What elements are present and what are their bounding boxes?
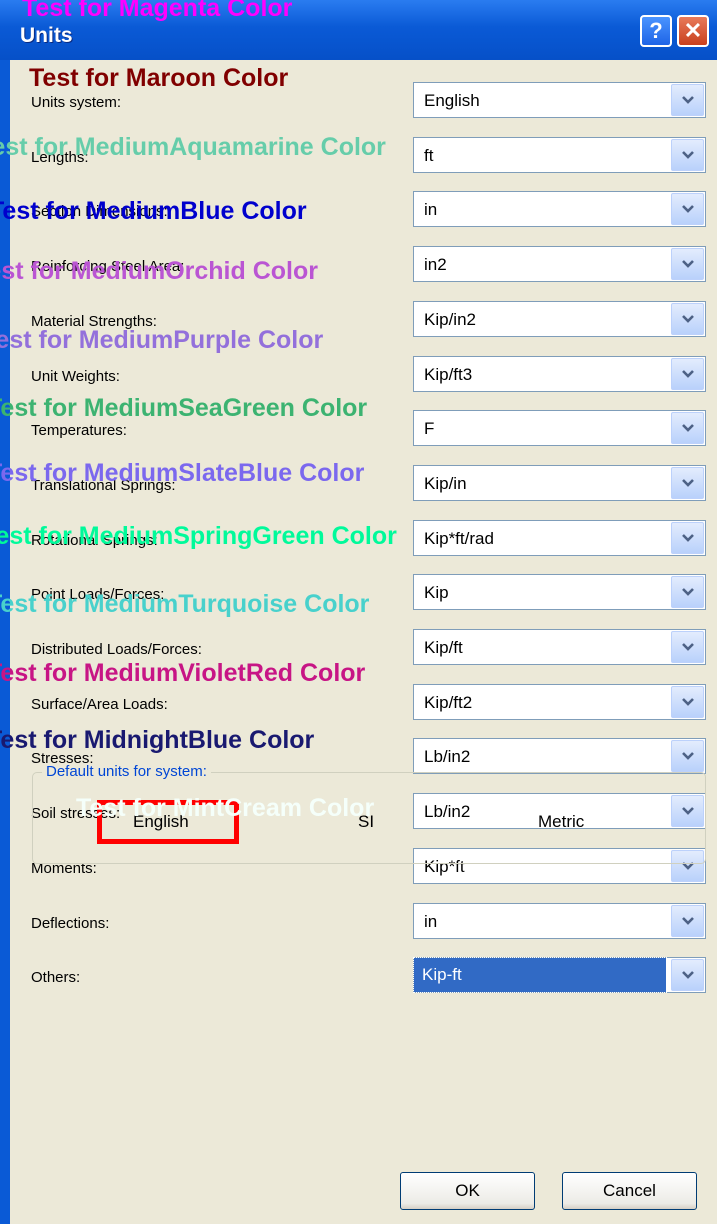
dropdown-button[interactable]	[671, 631, 704, 663]
row-label: Distributed Loads/Forces:	[31, 641, 202, 658]
combobox-value: Kip/ft3	[424, 365, 473, 384]
dialog-title: Units	[20, 24, 73, 47]
color-test-label: Test for MediumOrchid Color	[0, 257, 318, 285]
color-test-label: Test for MediumBlue Color	[0, 197, 307, 225]
units-combobox[interactable]: English	[413, 82, 706, 118]
units-combobox[interactable]: Kip/ft2	[413, 684, 706, 720]
chevron-down-icon	[681, 96, 694, 104]
color-test-label: Test for MidnightBlue Color	[0, 726, 315, 754]
color-test-label: Test for MediumTurquoise Color	[0, 590, 370, 618]
units-combobox[interactable]: in	[413, 903, 706, 939]
cancel-button[interactable]: Cancel	[562, 1172, 697, 1210]
default-units-legend: Default units for system:	[42, 763, 211, 780]
row-label: Units system:	[31, 94, 122, 111]
dropdown-button[interactable]	[671, 84, 704, 116]
units-combobox[interactable]: Lb/in2	[413, 738, 706, 774]
help-button[interactable]: ?	[640, 15, 672, 47]
chevron-down-icon	[681, 534, 694, 542]
chevron-down-icon	[681, 370, 694, 378]
row-label: Surface/Area Loads:	[31, 696, 168, 713]
dropdown-button[interactable]	[671, 412, 704, 444]
dropdown-button[interactable]	[671, 139, 704, 171]
combobox-value: Kip*ft/rad	[424, 529, 494, 548]
color-test-label: Test for MediumPurple Color	[0, 326, 324, 354]
units-combobox[interactable]: Kip/in	[413, 465, 706, 501]
dropdown-button[interactable]	[671, 358, 704, 390]
units-combobox[interactable]: Kip-ft	[413, 957, 706, 993]
color-test-label: Test for MediumSeaGreen Color	[0, 394, 368, 422]
chevron-down-icon	[681, 971, 694, 979]
dropdown-button[interactable]	[671, 248, 704, 280]
units-combobox[interactable]: Kip/ft	[413, 629, 706, 665]
close-button[interactable]: ✕	[677, 15, 709, 47]
units-combobox[interactable]: ft	[413, 137, 706, 173]
chevron-down-icon	[681, 917, 694, 925]
chevron-down-icon	[681, 424, 694, 432]
color-test-label: Test for MediumSlateBlue Color	[0, 459, 365, 487]
dropdown-button[interactable]	[671, 686, 704, 718]
chevron-down-icon	[681, 588, 694, 596]
ok-button[interactable]: OK	[400, 1172, 535, 1210]
row-label: Others:	[31, 969, 81, 986]
dropdown-button[interactable]	[671, 522, 704, 554]
units-combobox[interactable]: F	[413, 410, 706, 446]
chevron-down-icon	[681, 479, 694, 487]
units-combobox[interactable]: Kip*ft/rad	[413, 520, 706, 556]
dropdown-button[interactable]	[671, 905, 704, 937]
units-combobox[interactable]: Kip/in2	[413, 301, 706, 337]
combobox-value: Kip/ft	[424, 638, 463, 657]
dropdown-button[interactable]	[671, 576, 704, 608]
dropdown-button[interactable]	[671, 303, 704, 335]
chevron-down-icon	[681, 205, 694, 213]
row-label: Temperatures:	[31, 422, 127, 439]
color-test-label: Test for MediumVioletRed Color	[0, 659, 366, 687]
combobox-value: in2	[424, 255, 447, 274]
combobox-value: Kip/ft2	[424, 693, 473, 712]
close-icon: ✕	[683, 18, 703, 43]
color-test-label: Test for MintCream Color	[76, 794, 375, 822]
dropdown-button[interactable]	[671, 467, 704, 499]
color-test-label: Test for MediumAquamarine Color	[0, 133, 386, 161]
color-test-label: Test for Magenta Color	[22, 0, 293, 22]
chevron-down-icon	[681, 260, 694, 268]
combobox-value: in	[424, 200, 438, 219]
combobox-value: English	[424, 91, 480, 110]
chevron-down-icon	[681, 151, 694, 159]
chevron-down-icon	[681, 752, 694, 760]
combobox-value: Kip/in	[424, 474, 467, 493]
units-combobox[interactable]: in2	[413, 246, 706, 282]
combobox-value: Lb/in2	[424, 747, 471, 766]
chevron-down-icon	[681, 315, 694, 323]
units-combobox[interactable]: Kip	[413, 574, 706, 610]
row-label: Unit Weights:	[31, 368, 120, 385]
combobox-value: Kip	[424, 583, 449, 602]
metric-default-button[interactable]: Metric	[538, 812, 584, 832]
combobox-value: in	[424, 912, 438, 931]
color-test-label: Test for MediumSpringGreen Color	[0, 522, 397, 550]
chevron-down-icon	[681, 698, 694, 706]
combobox-value: Kip-ft	[413, 957, 667, 993]
help-icon: ?	[649, 18, 663, 43]
color-test-label: Test for Maroon Color	[29, 64, 289, 92]
row-label: Deflections:	[31, 915, 110, 932]
dropdown-button[interactable]	[671, 740, 704, 772]
chevron-down-icon	[681, 643, 694, 651]
combobox-value: ft	[424, 146, 434, 165]
combobox-value: F	[424, 419, 435, 438]
units-combobox[interactable]: in	[413, 191, 706, 227]
units-combobox[interactable]: Kip/ft3	[413, 356, 706, 392]
combobox-value: Kip/in2	[424, 310, 476, 329]
dropdown-button[interactable]	[671, 959, 704, 991]
dropdown-button[interactable]	[671, 193, 704, 225]
